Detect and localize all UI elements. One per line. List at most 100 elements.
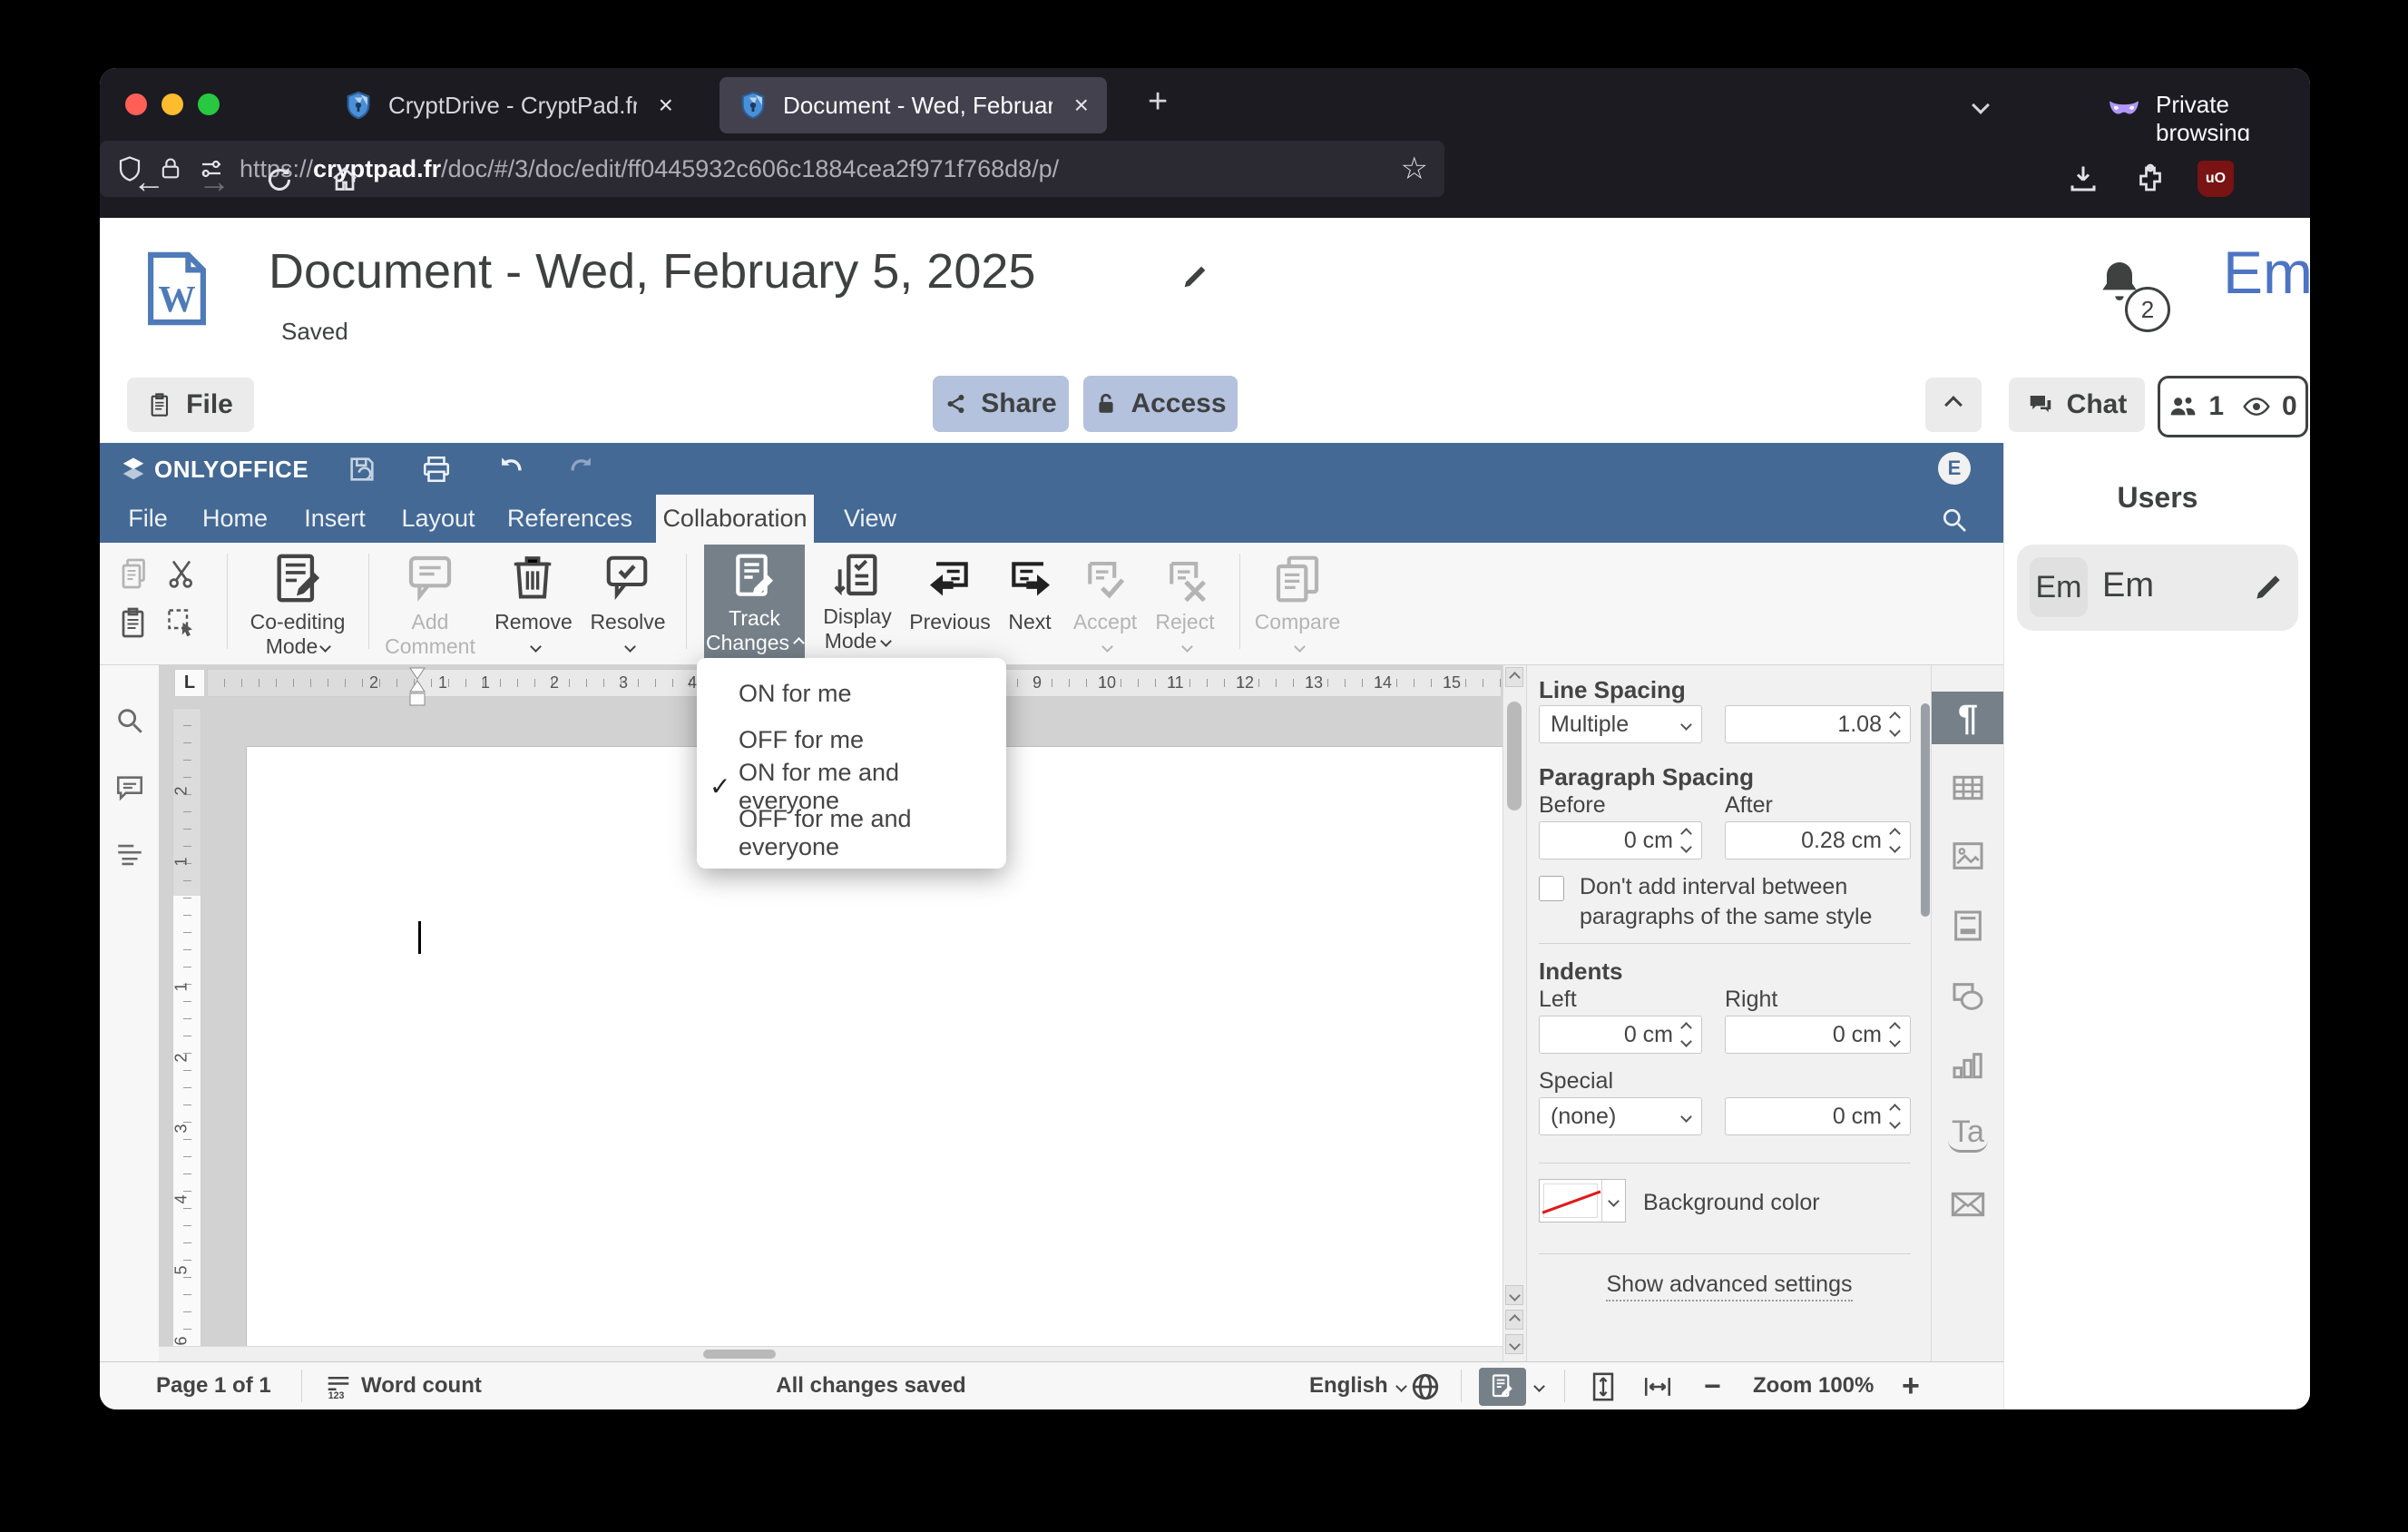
forward-button[interactable]: → [198,162,230,201]
display-mode-icon[interactable] [831,552,884,604]
chevron-down-icon[interactable] [1601,1180,1625,1222]
header-footer-settings-tab[interactable] [1932,899,2004,952]
special-value-spinner[interactable]: 0 cm [1725,1097,1911,1135]
menu-insert[interactable]: Insert [294,495,376,543]
user-list-item[interactable]: Em Em [2017,545,2298,631]
menu-home[interactable]: Home [194,495,276,543]
indent-marker[interactable] [408,667,426,709]
panel-scrollbar-thumb[interactable] [1921,703,1930,917]
word-count-button[interactable]: Word count [325,1362,482,1409]
list-tabs-chevron-icon[interactable] [1972,96,1990,116]
resolve-button[interactable]: Resolve [575,610,680,659]
track-changes-button[interactable]: Track Changes [704,545,805,663]
find-icon[interactable] [114,705,145,736]
next-button[interactable]: Next [1000,610,1060,634]
scroll-up-button[interactable] [1505,667,1523,687]
next-change-icon[interactable] [1005,555,1056,606]
downloads-button[interactable] [2067,162,2100,195]
menu-collaboration[interactable]: Collaboration [656,495,814,543]
bookmark-star-icon[interactable]: ☆ [1401,151,1428,187]
close-window-button[interactable] [125,93,147,115]
coediting-mode-button[interactable]: Co-editing Mode [238,610,357,659]
menu-item-off-for-me[interactable]: OFF for me [697,717,1006,763]
menu-view[interactable]: View [837,495,904,543]
zoom-window-button[interactable] [198,93,220,115]
zoom-in-button[interactable]: + [1902,1362,1920,1409]
previous-change-icon[interactable] [924,555,974,606]
navigation-icon[interactable] [114,840,145,870]
edit-name-pencil-icon[interactable] [2251,570,2286,604]
document-title[interactable]: Document - Wed, February 5, 2025 [269,243,1035,300]
share-button[interactable]: Share [933,376,1069,432]
back-button[interactable]: ← [132,162,165,201]
table-settings-tab[interactable] [1932,761,2004,814]
cut-icon[interactable] [165,557,198,590]
zoom-level[interactable]: Zoom 100% [1753,1362,1874,1409]
paragraph-settings-tab[interactable]: ¶ [1932,692,2004,744]
chevron-down-icon[interactable] [1533,1380,1545,1392]
account-name[interactable]: Em [2223,238,2310,307]
accept-button[interactable]: Accept [1067,610,1143,659]
horizontal-scrollbar[interactable] [159,1346,1503,1361]
add-comment-button[interactable]: Add Comment [377,610,483,659]
line-spacing-value-spinner[interactable]: 1.08 [1725,705,1911,743]
spinner-arrows[interactable] [1680,828,1692,853]
spinner-arrows[interactable] [1889,1104,1901,1129]
vertical-ruler[interactable]: 2 1 1 2 3 4 5 6 [172,708,201,1361]
remove-comment-icon[interactable] [508,552,557,601]
url-bar[interactable]: https://cryptpad.fr/doc/#/3/doc/edit/ff0… [100,141,1444,197]
compare-button[interactable]: Compare [1254,610,1341,659]
next-page-button[interactable] [1505,1334,1523,1354]
vertical-scrollbar[interactable] [1503,665,1526,1361]
previous-page-button[interactable] [1505,1310,1523,1330]
track-changes-toggle[interactable] [1479,1368,1526,1406]
chart-settings-tab[interactable] [1932,1040,2004,1093]
remove-button[interactable]: Remove [481,610,586,659]
close-tab-icon[interactable]: × [659,91,673,120]
text-art-settings-tab[interactable]: Ta [1932,1107,2004,1160]
background-color-swatch[interactable] [1539,1179,1626,1223]
ublock-origin-button[interactable]: uO [2198,161,2234,197]
shape-settings-tab[interactable] [1932,970,2004,1023]
chat-button[interactable]: Chat [2009,378,2145,432]
fit-page-icon[interactable] [1588,1371,1619,1402]
compare-icon[interactable] [1272,554,1323,604]
reject-change-icon[interactable] [1161,555,1210,604]
spinner-arrows[interactable] [1680,1022,1692,1047]
scrollbar-thumb[interactable] [703,1350,776,1359]
menu-layout[interactable]: Layout [394,495,483,543]
image-settings-tab[interactable] [1932,830,2004,882]
indent-right-spinner[interactable]: 0 cm [1725,1016,1911,1054]
close-tab-icon[interactable]: × [1074,91,1089,120]
line-spacing-select[interactable]: Multiple [1539,705,1702,743]
extensions-button[interactable] [2134,162,2167,195]
home-button[interactable] [328,163,361,196]
spinner-arrows[interactable] [1889,712,1901,737]
paste-icon[interactable] [118,606,151,639]
new-tab-button[interactable]: + [1148,83,1168,122]
coediting-mode-icon[interactable] [270,552,323,604]
reject-button[interactable]: Reject [1149,610,1221,659]
previous-button[interactable]: Previous [907,610,993,634]
accept-change-icon[interactable] [1080,555,1129,604]
access-button[interactable]: Access [1083,376,1238,432]
redo-icon[interactable] [566,454,597,485]
menu-item-off-for-everyone[interactable]: OFF for me and everyone [697,805,1006,860]
spinner-arrows[interactable] [1889,828,1901,853]
display-mode-button[interactable]: Display Mode [817,604,898,653]
indent-left-spinner[interactable]: 0 cm [1539,1016,1702,1054]
no-interval-checkbox[interactable] [1539,876,1564,901]
menu-file[interactable]: File [116,495,180,543]
resolve-comment-icon[interactable] [602,552,651,601]
office-user-badge[interactable]: E [1938,452,1971,485]
advanced-settings-link[interactable]: Show advanced settings [1527,1272,1932,1301]
collapse-toolbar-button[interactable] [1925,378,1982,432]
rename-pencil-icon[interactable] [1180,261,1210,292]
tab-cryptdrive[interactable]: CryptDrive - CryptPad.fr × [325,77,691,133]
spacing-before-spinner[interactable]: 0 cm [1539,821,1702,859]
print-icon[interactable] [421,454,452,485]
save-icon[interactable] [347,454,377,485]
file-button[interactable]: File [127,378,254,432]
menu-item-on-for-everyone[interactable]: ✓ ON for me and everyone [697,759,1006,814]
page-indicator[interactable]: Page 1 of 1 [156,1362,271,1409]
